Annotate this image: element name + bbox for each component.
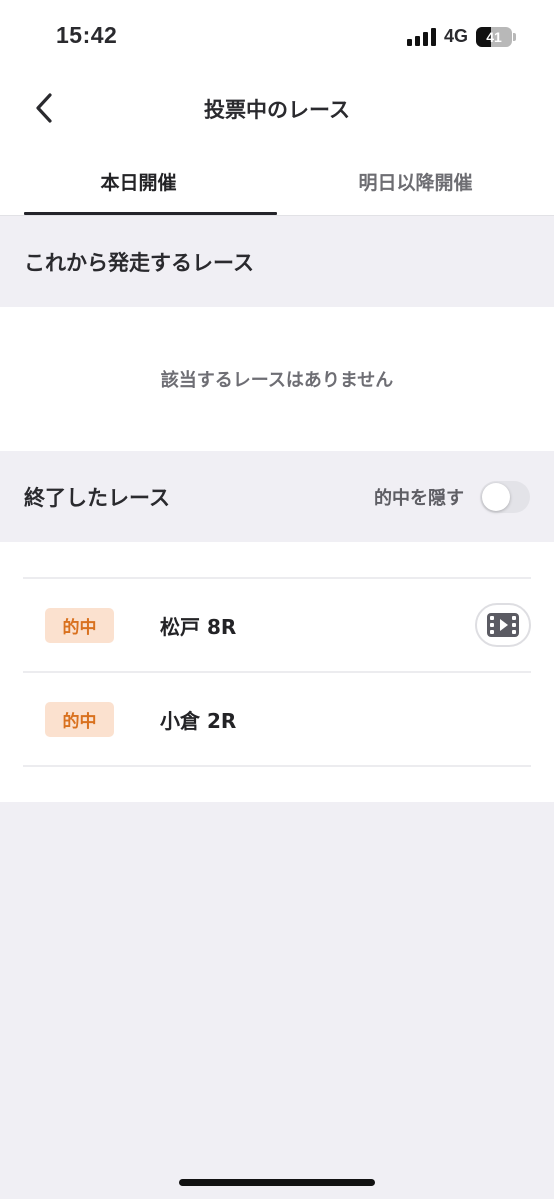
toggle-knob: [482, 482, 510, 511]
network-type: 4G: [443, 26, 468, 46]
home-indicator[interactable]: [179, 1179, 375, 1186]
status-indicators: 4G 41: [406, 26, 516, 47]
film-play-icon: [487, 613, 519, 637]
hit-badge: 的中: [45, 607, 114, 643]
tab-bar: 本日開催 明日以降開催: [0, 144, 554, 216]
page-title: 投票中のレース: [204, 98, 350, 122]
battery-level: 41: [486, 28, 502, 45]
race-name: 小倉 2R: [160, 708, 237, 733]
hide-hits-toggle[interactable]: [480, 480, 530, 513]
hide-hits-label: 的中を隠す: [374, 487, 464, 509]
status-time: 15:42: [56, 22, 118, 48]
hide-hits-control: 的中を隠す: [374, 480, 530, 513]
cellular-signal-icon: [406, 27, 436, 46]
tab-upcoming-days[interactable]: 明日以降開催: [277, 144, 554, 215]
upcoming-empty-state: 該当するレースはありません: [0, 307, 554, 451]
finished-section-header: 終了したレース 的中を隠す: [0, 451, 554, 542]
race-name: 松戸 8R: [160, 614, 237, 639]
video-replay-button[interactable]: [475, 603, 531, 647]
upcoming-section-header: これから発走するレース: [0, 216, 554, 307]
race-row-matsudo-8r[interactable]: 的中 松戸 8R: [23, 579, 531, 673]
status-bar: 15:42 4G 41: [0, 0, 554, 72]
top-area: 15:42 4G 41 投票中のレース 本日開催 明日以降開催: [0, 0, 554, 216]
navigation-bar: 投票中のレース: [0, 72, 554, 144]
finished-race-list: 的中 松戸 8R 的中 小倉 2R: [0, 542, 554, 802]
empty-message: 該当するレースはありません: [160, 370, 394, 391]
tab-today[interactable]: 本日開催: [0, 144, 277, 215]
finished-section-title: 終了したレース: [24, 485, 170, 510]
upcoming-section-title: これから発走するレース: [24, 250, 254, 275]
hit-badge: 的中: [45, 701, 114, 737]
race-row-kokura-2r[interactable]: 的中 小倉 2R: [23, 673, 531, 767]
battery-icon: 41: [476, 26, 516, 47]
